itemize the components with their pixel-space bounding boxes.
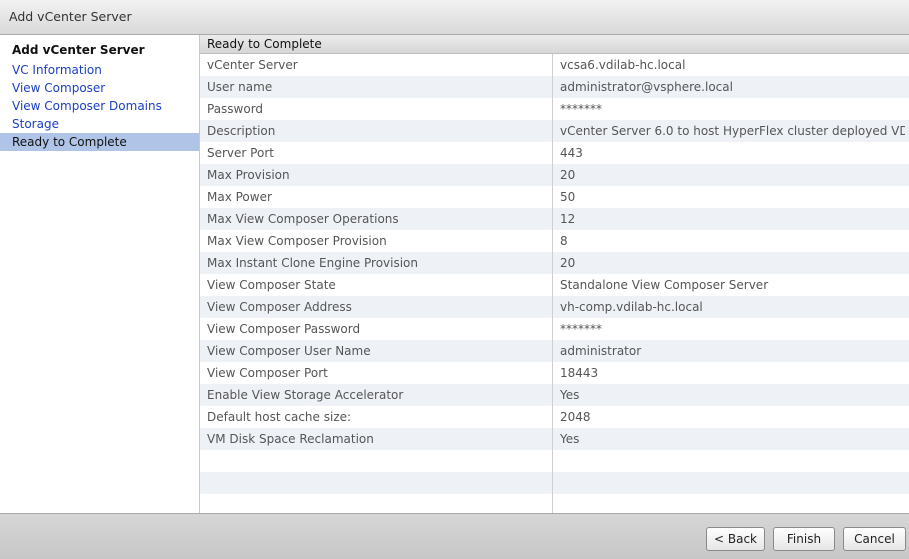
row-value: Yes [560, 432, 580, 446]
row-value: 50 [560, 190, 576, 204]
table-row: View Composer State Standalone View Compo… [200, 274, 909, 296]
row-key: Server Port [207, 146, 274, 160]
table-row [200, 450, 909, 472]
row-value: Standalone View Composer Server [560, 278, 769, 292]
finish-button[interactable]: Finish [773, 527, 835, 551]
cancel-button[interactable]: Cancel [843, 527, 906, 551]
table-row: View Composer Port 18443 [200, 362, 909, 384]
summary-header-label: Ready to Complete [207, 37, 322, 51]
row-key: Enable View Storage Accelerator [207, 388, 404, 402]
table-row: Server Port 443 [200, 142, 909, 164]
row-value: 12 [560, 212, 576, 226]
row-value: ******* [560, 322, 602, 336]
step-storage[interactable]: Storage [0, 115, 199, 133]
row-key: Description [207, 124, 276, 138]
step-view-composer[interactable]: View Composer [0, 79, 199, 97]
back-button[interactable]: < Back [706, 527, 765, 551]
step-ready-to-complete[interactable]: Ready to Complete [0, 133, 199, 151]
table-row: Default host cache size: 2048 [200, 406, 909, 428]
row-key: View Composer Password [207, 322, 361, 336]
table-row [200, 472, 909, 494]
row-value: vh-comp.vdilab-hc.local [560, 300, 703, 314]
summary-panel: Ready to Complete vCenter Server vcsa6.vd… [200, 35, 909, 513]
row-key: Default host cache size: [207, 410, 352, 424]
column-divider [552, 54, 553, 513]
row-value: 443 [560, 146, 583, 160]
summary-header: Ready to Complete [200, 35, 909, 54]
row-key: Max Power [207, 190, 272, 204]
row-value: 20 [560, 256, 576, 270]
table-row: vCenter Server vcsa6.vdilab-hc.local [200, 54, 909, 76]
row-value: 20 [560, 168, 576, 182]
row-key: View Composer State [207, 278, 336, 292]
table-row: Enable View Storage Accelerator Yes [200, 384, 909, 406]
window-title-bar: Add vCenter Server [0, 0, 909, 35]
row-key: Max View Composer Operations [207, 212, 399, 226]
row-value: administrator [560, 344, 642, 358]
row-value: ******* [560, 102, 602, 116]
row-value: 18443 [560, 366, 599, 380]
row-key: View Composer Port [207, 366, 328, 380]
table-row: Password ******* [200, 98, 909, 120]
row-key: Password [207, 102, 264, 116]
table-row: Max View Composer Provision 8 [200, 230, 909, 252]
table-row: Max Instant Clone Engine Provision 20 [200, 252, 909, 274]
row-key: VM Disk Space Reclamation [207, 432, 374, 446]
wizard-footer: < Back Finish Cancel [0, 513, 909, 559]
table-row: Description vCenter Server 6.0 to host Hy… [200, 120, 909, 142]
row-key: View Composer Address [207, 300, 352, 314]
row-key: Max Provision [207, 168, 290, 182]
row-value: 8 [560, 234, 568, 248]
row-value: Yes [560, 388, 580, 402]
table-row: Max Power 50 [200, 186, 909, 208]
row-value: 2048 [560, 410, 591, 424]
table-row: View Composer Password ******* [200, 318, 909, 340]
row-value: administrator@vsphere.local [560, 80, 733, 94]
window-title: Add vCenter Server [9, 9, 132, 24]
row-key: vCenter Server [207, 58, 298, 72]
step-view-composer-domains[interactable]: View Composer Domains [0, 97, 199, 115]
table-row: Max Provision 20 [200, 164, 909, 186]
table-row: User name administrator@vsphere.local [200, 76, 909, 98]
row-key: Max View Composer Provision [207, 234, 387, 248]
step-vc-information[interactable]: VC Information [0, 61, 199, 79]
table-row: View Composer Address vh-comp.vdilab-hc.l… [200, 296, 909, 318]
table-row: Max View Composer Operations 12 [200, 208, 909, 230]
table-row: VM Disk Space Reclamation Yes [200, 428, 909, 450]
row-key: View Composer User Name [207, 344, 371, 358]
row-key: User name [207, 80, 273, 94]
wizard-steps-panel: Add vCenter Server VC Information View C… [0, 35, 200, 513]
table-row: View Composer User Name administrator [200, 340, 909, 362]
row-key: Max Instant Clone Engine Provision [207, 256, 419, 270]
row-value: vcsa6.vdilab-hc.local [560, 58, 686, 72]
row-value: vCenter Server 6.0 to host HyperFlex clu… [560, 124, 905, 138]
wizard-steps-header: Add vCenter Server [12, 43, 145, 57]
